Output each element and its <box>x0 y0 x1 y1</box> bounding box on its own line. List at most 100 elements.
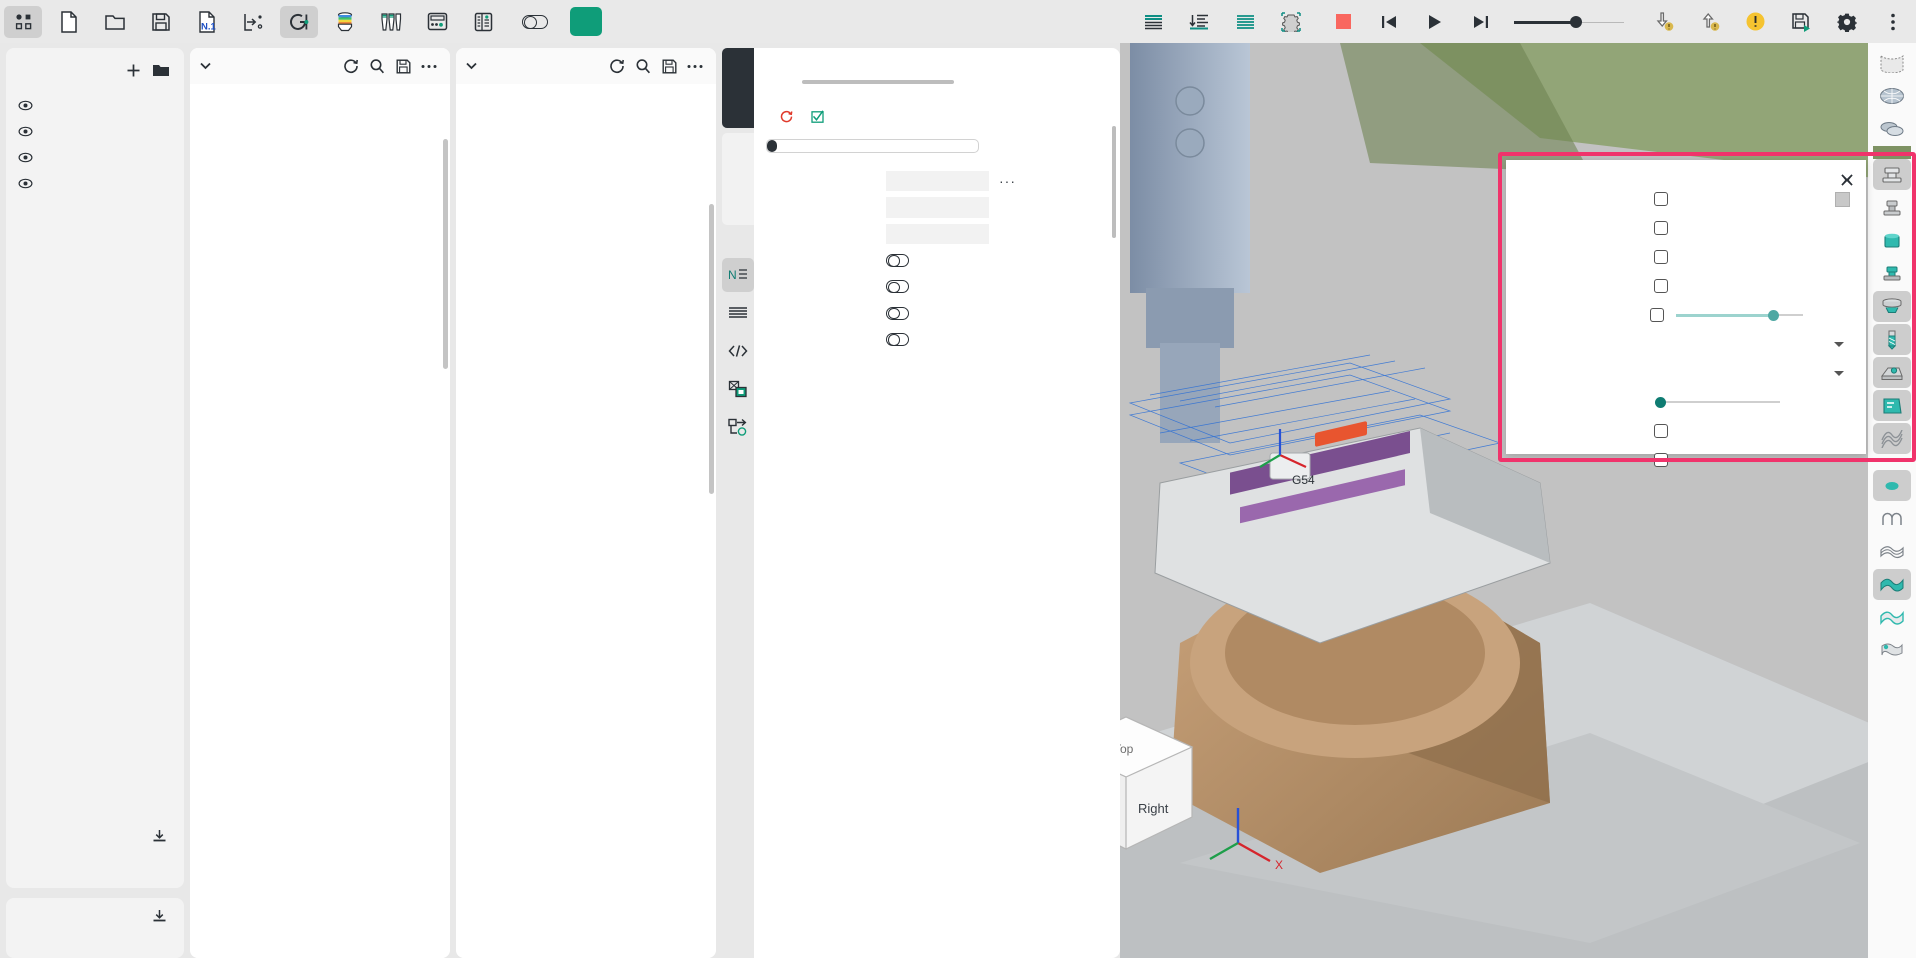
wood-checkbox[interactable] <box>1654 250 1668 264</box>
surface-teal-icon[interactable] <box>1873 569 1911 600</box>
part-step-icon[interactable] <box>1873 258 1911 289</box>
save-icon[interactable] <box>656 53 682 79</box>
tab-setup[interactable] <box>722 133 754 225</box>
fixture-icon[interactable] <box>1873 192 1911 223</box>
renum-empty-line-switch[interactable] <box>886 253 909 267</box>
apply-button[interactable] <box>811 110 828 123</box>
tab-add-number[interactable] <box>767 140 777 152</box>
more-horizontal-icon[interactable] <box>682 53 708 79</box>
tools-icon[interactable] <box>372 6 410 38</box>
stone-checkbox[interactable] <box>1654 221 1668 235</box>
refresh-icon[interactable] <box>604 53 630 79</box>
front-side-code[interactable] <box>456 84 716 958</box>
block-number-icon[interactable]: N <box>722 258 754 292</box>
transparent-slider[interactable] <box>1676 308 1803 322</box>
chevron-down-icon[interactable] <box>462 62 480 70</box>
chevron-down-icon[interactable] <box>196 62 214 70</box>
download-icon[interactable] <box>148 826 170 848</box>
restart-switch[interactable] <box>886 280 909 294</box>
apps-grid-icon[interactable] <box>4 5 42 38</box>
save-run-icon[interactable] <box>1782 6 1820 38</box>
sidebar-item-right-side[interactable] <box>6 144 184 170</box>
upload-warning-icon[interactable] <box>1690 6 1728 38</box>
tab-renumber[interactable] <box>787 140 797 152</box>
stop-icon[interactable] <box>1324 6 1362 38</box>
new-file-icon[interactable] <box>50 6 88 38</box>
register-more-icon[interactable]: ··· <box>999 173 1016 189</box>
view-cube[interactable]: Top Front Right <box>1120 693 1236 873</box>
editor-hscrollbar[interactable] <box>802 80 954 84</box>
play-icon[interactable] <box>1416 6 1454 38</box>
sidebar-item-top-plane[interactable] <box>6 170 184 196</box>
register-input[interactable] <box>886 171 989 192</box>
auto-run-switch[interactable] <box>522 14 548 29</box>
surface-outline-icon[interactable] <box>1873 602 1911 633</box>
reset-button[interactable] <box>780 110 797 123</box>
stock-cylinder-icon[interactable] <box>1873 159 1911 190</box>
settings-gear-icon[interactable] <box>1828 6 1866 38</box>
machine-bed-icon[interactable] <box>1873 357 1911 388</box>
plane-surface-icon[interactable] <box>1873 47 1911 78</box>
color-swatch[interactable] <box>1835 191 1850 207</box>
open-folder-icon[interactable] <box>96 6 134 38</box>
search-icon[interactable] <box>630 53 656 79</box>
program-file-scrollbar[interactable] <box>443 139 448 369</box>
skip-end-icon[interactable] <box>1462 6 1500 38</box>
g-code-icon[interactable] <box>280 5 318 38</box>
flag-icon[interactable] <box>1873 635 1911 666</box>
code-tags-icon[interactable] <box>722 334 754 368</box>
sort-down-icon[interactable] <box>1180 6 1218 38</box>
mesh-sphere-icon[interactable] <box>1873 80 1911 111</box>
program-file-code[interactable] <box>190 84 450 958</box>
close-icon[interactable] <box>1840 173 1854 192</box>
solids-icon[interactable] <box>1873 113 1911 144</box>
metal-checkbox[interactable] <box>1654 279 1668 293</box>
save-icon[interactable] <box>390 53 416 79</box>
color-checkbox[interactable] <box>1654 192 1668 206</box>
drill-tool-icon[interactable] <box>1873 324 1911 355</box>
gear-shape-icon[interactable] <box>1272 6 1310 38</box>
chevron-down-icon[interactable] <box>1834 341 1844 347</box>
start-input[interactable] <box>886 197 989 218</box>
replace-icon[interactable] <box>722 372 754 406</box>
export-icon[interactable] <box>234 6 272 38</box>
surface-mesh-icon[interactable] <box>1873 536 1911 567</box>
skip-switch[interactable] <box>886 333 909 347</box>
refresh-icon[interactable] <box>338 53 364 79</box>
tab-remove-number[interactable] <box>777 140 787 152</box>
motionless-checkbox[interactable] <box>1654 424 1668 438</box>
folder-icon[interactable] <box>150 59 172 81</box>
increment-input[interactable] <box>886 223 989 245</box>
stock-icon[interactable] <box>326 6 364 38</box>
line-width-slider-knob[interactable] <box>1655 397 1666 408</box>
line-width-slider[interactable] <box>1655 395 1780 409</box>
chevron-down-icon[interactable] <box>1834 370 1844 376</box>
speed-slider[interactable] <box>1514 12 1624 32</box>
transparent-checkbox[interactable] <box>1650 308 1665 322</box>
front-side-scrollbar[interactable] <box>709 204 714 494</box>
curve-icon[interactable] <box>1873 503 1911 534</box>
download-icon[interactable] <box>148 906 170 928</box>
run-program-button[interactable] <box>570 7 602 36</box>
more-horizontal-icon[interactable] <box>416 53 442 79</box>
transparent-slider-knob[interactable] <box>1768 310 1780 321</box>
warning-icon[interactable] <box>1736 6 1774 38</box>
speed-slider-knob[interactable] <box>1570 15 1583 28</box>
sidebar-item-front-side[interactable] <box>6 118 184 144</box>
machine-panel-icon[interactable] <box>418 6 456 38</box>
auto-run-toggle[interactable] <box>522 14 556 29</box>
lines-icon[interactable] <box>722 296 754 330</box>
point-icon[interactable] <box>1873 470 1911 501</box>
save-icon[interactable] <box>142 6 180 38</box>
align-left-icon[interactable] <box>1134 6 1172 38</box>
n1-numbering-icon[interactable]: N.1 <box>188 6 226 38</box>
toolpath-lines-icon[interactable] <box>1873 423 1911 454</box>
indent-switch[interactable] <box>886 306 909 320</box>
part-teal-icon[interactable] <box>1873 225 1911 256</box>
workpiece-icon[interactable] <box>1873 390 1911 421</box>
download-warning-icon[interactable] <box>1644 6 1682 38</box>
plus-icon[interactable] <box>122 59 144 81</box>
more-vertical-icon[interactable] <box>1874 6 1912 38</box>
chuck-icon[interactable] <box>1873 291 1911 322</box>
align-justify-icon[interactable] <box>1226 6 1264 38</box>
